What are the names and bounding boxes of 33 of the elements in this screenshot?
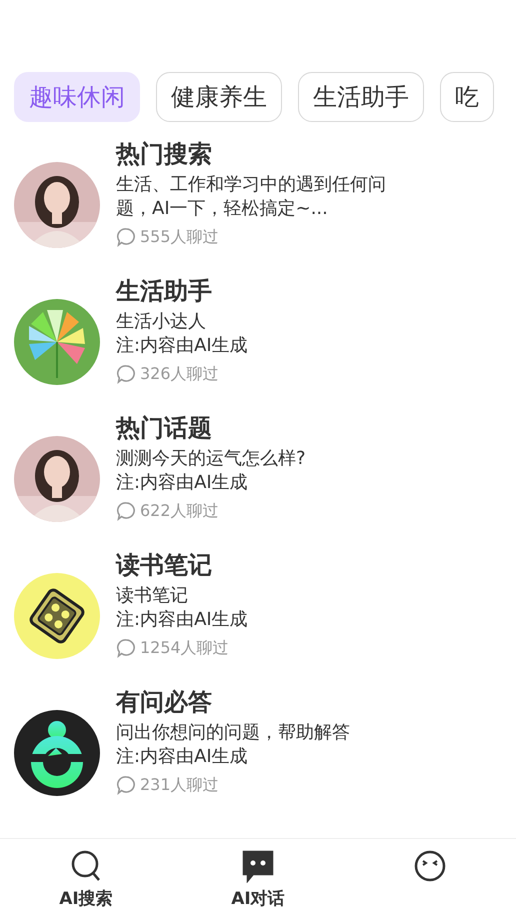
bot-description: 读书笔记 — [116, 584, 189, 608]
chat-bubble-icon — [116, 774, 136, 795]
bot-title: 热门搜索 — [116, 140, 213, 169]
bot-description: 问出你想问的问题，帮助解答 — [116, 720, 351, 745]
chat-count: 326人聊过 — [140, 362, 219, 385]
bot-title: 生活助手 — [116, 277, 213, 306]
bot-description: 注:内容由AI生成 — [116, 334, 249, 358]
chat-count: 231人聊过 — [140, 774, 219, 796]
nav-tab[interactable]: AI对话 — [172, 839, 344, 919]
chat-bubble-icon — [116, 226, 136, 247]
category-tab[interactable]: 生活助手 — [298, 72, 424, 122]
bot-title: 有问必答 — [116, 688, 213, 717]
chat-count: 555人聊过 — [140, 226, 219, 248]
bot-description: 测测今天的运气怎么样? — [116, 446, 307, 471]
bot-title: 读书笔记 — [116, 551, 213, 580]
bot-description: 注:内容由AI生成 — [116, 744, 249, 769]
book-icon — [14, 573, 100, 659]
bot-description: 生活、工作和学习中的遇到任何问题，AI一下，轻松搞定~... — [116, 172, 387, 221]
chat-bubble-icon — [116, 500, 136, 521]
bot-title: 热门话题 — [116, 414, 213, 443]
bot-description: 注:内容由AI生成 — [116, 608, 249, 632]
bot-description: 注:内容由AI生成 — [116, 470, 249, 495]
chat-count: 622人聊过 — [140, 500, 219, 522]
category-tab[interactable]: 吃 — [440, 72, 494, 122]
nav-tab[interactable]: AI搜索 — [0, 839, 172, 919]
robot-icon — [14, 710, 100, 796]
chat-count: 1254人聊过 — [140, 636, 229, 659]
bot-description: 生活小达人 — [116, 310, 207, 334]
chat-bubble-icon — [116, 364, 136, 384]
fan-icon — [14, 299, 100, 385]
chat-bubble-icon — [116, 638, 136, 658]
category-tab[interactable]: 健康养生 — [156, 72, 282, 122]
category-tab[interactable]: 趣味休闲 — [14, 72, 140, 122]
